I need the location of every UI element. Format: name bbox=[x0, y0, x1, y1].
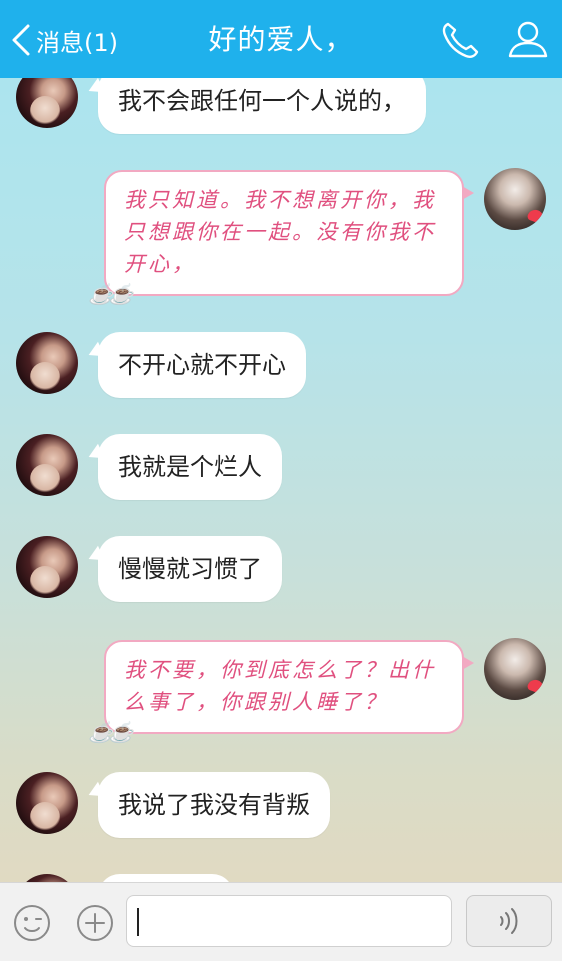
teacup-decoration-icon: ☕☕ bbox=[88, 720, 134, 744]
contact-avatar[interactable] bbox=[16, 78, 78, 128]
plus-icon bbox=[77, 905, 113, 941]
voice-input-button[interactable] bbox=[466, 895, 552, 947]
call-button[interactable] bbox=[438, 18, 482, 62]
message-bubble[interactable]: 慢慢就习惯了 bbox=[98, 536, 282, 602]
message-line: 开心， bbox=[124, 252, 196, 276]
message-bubble[interactable]: 我只知道。我不想离开你，我 只想跟你在一起。没有你我不 开心， ☕☕ bbox=[88, 170, 474, 306]
contact-profile-button[interactable] bbox=[506, 18, 550, 62]
emoji-icon bbox=[14, 905, 50, 941]
contact-icon bbox=[508, 21, 548, 58]
contact-avatar[interactable] bbox=[16, 772, 78, 834]
message-input[interactable] bbox=[126, 895, 452, 947]
input-toolbar bbox=[0, 882, 562, 961]
message-bubble[interactable]: 我说了我没有背叛 bbox=[98, 772, 330, 838]
contact-avatar[interactable] bbox=[16, 434, 78, 496]
message-bubble[interactable]: 我不会跟任何一个人说的， bbox=[98, 78, 426, 134]
contact-avatar[interactable] bbox=[16, 536, 78, 598]
message-bubble[interactable]: 不开心就不开心 bbox=[98, 332, 306, 398]
message-bubble[interactable]: 我就是个烂人 bbox=[98, 434, 282, 500]
teacup-decoration-icon: ☕☕ bbox=[88, 282, 134, 306]
message-line: 只想跟你在一起。没有你我不 bbox=[124, 220, 436, 244]
my-avatar[interactable] bbox=[484, 638, 546, 700]
message-bubble[interactable]: 我不要，你到底怎么了？出什 么事了，你跟别人睡了？ ☕☕ bbox=[88, 640, 474, 744]
message-bubble[interactable] bbox=[98, 874, 234, 882]
text-cursor bbox=[137, 908, 139, 936]
message-line: 我只知道。我不想离开你，我 bbox=[124, 188, 436, 212]
message-line: 么事了，你跟别人睡了？ bbox=[124, 690, 388, 714]
contact-avatar[interactable] bbox=[16, 874, 78, 882]
phone-icon bbox=[442, 22, 479, 58]
emoji-button[interactable] bbox=[12, 903, 52, 943]
contact-avatar[interactable] bbox=[16, 332, 78, 394]
my-avatar[interactable] bbox=[484, 168, 546, 230]
message-line: 我不要，你到底怎么了？出什 bbox=[124, 658, 436, 682]
voice-icon bbox=[500, 908, 518, 934]
chat-header: 消息(1) 好的爱人， bbox=[0, 0, 562, 78]
chat-message-list[interactable]: 我不会跟任何一个人说的， 我只知道。我不想离开你，我 只想跟你在一起。没有你我不… bbox=[0, 78, 562, 882]
more-options-button[interactable] bbox=[75, 903, 115, 943]
